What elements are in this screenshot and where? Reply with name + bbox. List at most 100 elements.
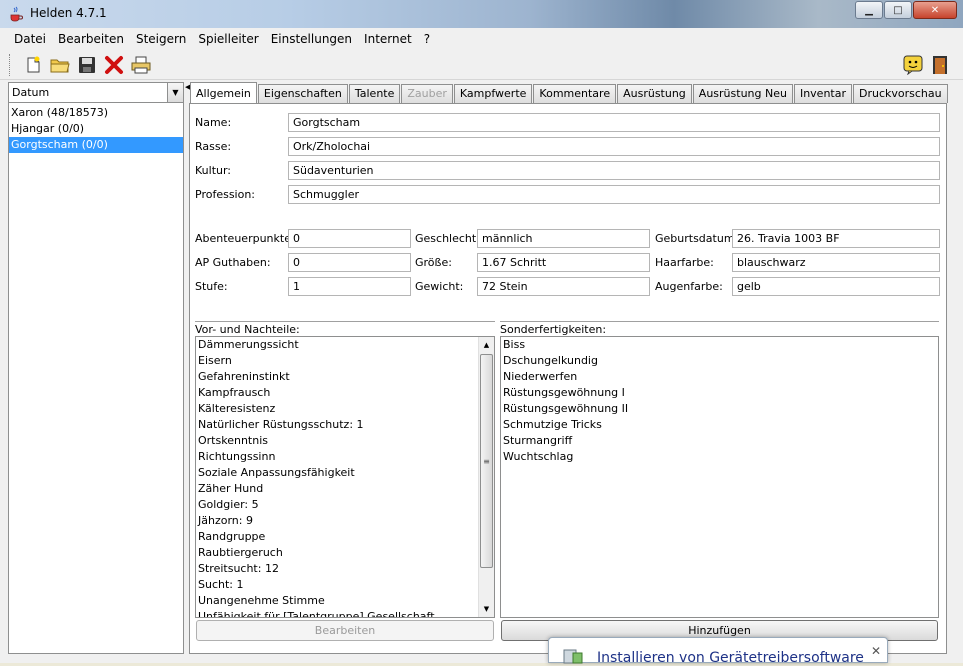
list-item[interactable]: Niederwerfen	[501, 369, 938, 385]
menu-einstellungen[interactable]: Einstellungen	[265, 30, 358, 48]
chevron-down-icon[interactable]: ▼	[167, 83, 183, 102]
close-button[interactable]: ✕	[913, 1, 957, 19]
open-button[interactable]	[49, 54, 71, 76]
geburtsdatum-field[interactable]: 26. Travia 1003 BF	[732, 229, 940, 248]
stufe-field[interactable]: 1	[288, 277, 411, 296]
sonderfertigkeiten-title: Sonderfertigkeiten:	[500, 321, 939, 336]
delete-button[interactable]	[103, 54, 125, 76]
tab-ausruestung[interactable]: Ausrüstung	[617, 84, 692, 103]
tab-kampfwerte[interactable]: Kampfwerte	[453, 84, 533, 103]
maximize-button[interactable]: □	[884, 1, 912, 19]
menu-steigern[interactable]: Steigern	[130, 30, 192, 48]
tab-talente[interactable]: Talente	[348, 84, 401, 103]
tab-inventar[interactable]: Inventar	[793, 84, 852, 103]
list-item[interactable]: Sturmangriff	[501, 433, 938, 449]
list-item[interactable]: Goldgier: 5	[196, 497, 494, 513]
haarfarbe-field[interactable]: blauschwarz	[732, 253, 940, 272]
vorteile-list[interactable]: Dämmerungssicht Eisern Gefahreninstinkt …	[195, 336, 495, 618]
menu-bearbeiten[interactable]: Bearbeiten	[52, 30, 130, 48]
sonderfertigkeiten-list[interactable]: Biss Dschungelkundig Niederwerfen Rüstun…	[500, 336, 939, 618]
name-field[interactable]: Gorgtscham	[288, 113, 940, 132]
ap-guthaben-label: AP Guthaben:	[195, 256, 271, 269]
tab-allgemein[interactable]: Allgemein	[190, 82, 257, 103]
list-item[interactable]: Eisern	[196, 353, 494, 369]
list-item[interactable]: Soziale Anpassungsfähigkeit	[196, 465, 494, 481]
hero-list: Xaron (48/18573) Hjangar (0/0) Gorgtscha…	[9, 105, 183, 153]
scroll-thumb[interactable]: ≡	[480, 354, 493, 568]
geschlecht-field[interactable]: männlich	[477, 229, 650, 248]
list-item[interactable]: Unangenehme Stimme	[196, 593, 494, 609]
menu-datei[interactable]: Datei	[8, 30, 52, 48]
menu-internet[interactable]: Internet	[358, 30, 418, 48]
notification-text: Installieren von Gerätetreibersoftware	[597, 650, 864, 666]
tab-kommentare[interactable]: Kommentare	[533, 84, 617, 103]
list-item[interactable]: Kälteresistenz	[196, 401, 494, 417]
list-item[interactable]: Kampfrausch	[196, 385, 494, 401]
list-item[interactable]: Jähzorn: 9	[196, 513, 494, 529]
hero-item-gorgtscham[interactable]: Gorgtscham (0/0)	[9, 137, 183, 153]
scroll-up-icon[interactable]: ▲	[479, 337, 494, 353]
list-item[interactable]: Unfähigkeit für [Talentgruppe] Gesellsch…	[196, 609, 494, 617]
ap-guthaben-field[interactable]: 0	[288, 253, 411, 272]
minimize-button[interactable]: ▁	[855, 1, 883, 19]
driver-device-icon	[563, 649, 583, 664]
open-folder-icon	[50, 59, 70, 73]
list-item[interactable]: Rüstungsgewöhnung I	[501, 385, 938, 401]
list-item[interactable]: Wuchtschlag	[501, 449, 938, 465]
list-item[interactable]: Ortskenntnis	[196, 433, 494, 449]
hero-list-panel: Datum ▼ Xaron (48/18573) Hjangar (0/0) G…	[8, 82, 184, 654]
list-item[interactable]: Zäher Hund	[196, 481, 494, 497]
list-item[interactable]: Gefahreninstinkt	[196, 369, 494, 385]
scroll-down-icon[interactable]: ▼	[479, 601, 494, 617]
profession-field[interactable]: Schmuggler	[288, 185, 940, 204]
tab-eigenschaften[interactable]: Eigenschaften	[257, 84, 348, 103]
list-item[interactable]: Natürlicher Rüstungsschutz: 1	[196, 417, 494, 433]
list-item[interactable]: Dschungelkundig	[501, 353, 938, 369]
rasse-label: Rasse:	[195, 140, 232, 153]
groesse-label: Größe:	[415, 256, 452, 269]
tab-ausruestung-neu[interactable]: Ausrüstung Neu	[692, 84, 793, 103]
hero-item-xaron[interactable]: Xaron (48/18573)	[9, 105, 183, 121]
name-label: Name:	[195, 116, 232, 129]
augenfarbe-field[interactable]: gelb	[732, 277, 940, 296]
list-item[interactable]: Streitsucht: 12	[196, 561, 494, 577]
list-item[interactable]: Biss	[501, 337, 938, 353]
list-item[interactable]: Raubtiergeruch	[196, 545, 494, 561]
sort-combobox[interactable]: Datum ▼	[9, 83, 183, 103]
kultur-label: Kultur:	[195, 164, 232, 177]
menu-help[interactable]: ?	[418, 30, 436, 48]
list-item[interactable]: Randgruppe	[196, 529, 494, 545]
abenteuerpunkte-label: Abenteuerpunkte:	[195, 232, 295, 245]
save-button[interactable]	[76, 54, 98, 76]
vorteile-scrollbar[interactable]: ▲ ≡ ▼	[478, 337, 494, 617]
list-item[interactable]: Rüstungsgewöhnung II	[501, 401, 938, 417]
list-item[interactable]: Dämmerungssicht	[196, 337, 494, 353]
abenteuerpunkte-field[interactable]: 0	[288, 229, 411, 248]
smiley-button[interactable]	[902, 54, 924, 76]
hero-item-hjangar[interactable]: Hjangar (0/0)	[9, 121, 183, 137]
list-item[interactable]: Richtungssinn	[196, 449, 494, 465]
exit-button[interactable]	[929, 54, 951, 76]
kultur-field[interactable]: Südaventurien	[288, 161, 940, 180]
groesse-field[interactable]: 1.67 Schritt	[477, 253, 650, 272]
new-file-icon	[27, 56, 40, 73]
toolbar	[0, 50, 963, 80]
close-icon[interactable]: ✕	[871, 644, 881, 658]
menu-bar: Datei Bearbeiten Steigern Spielleiter Ei…	[0, 28, 963, 50]
gewicht-field[interactable]: 72 Stein	[477, 277, 650, 296]
helden-window: Helden 4.7.1 ▁ □ ✕ Datei Bearbeiten Stei…	[0, 0, 963, 663]
print-button[interactable]	[130, 54, 152, 76]
toolbar-grip[interactable]	[9, 54, 12, 76]
bearbeiten-button[interactable]: Bearbeiten	[196, 620, 494, 641]
minimize-icon: ▁	[865, 4, 873, 16]
list-item[interactable]: Schmutzige Tricks	[501, 417, 938, 433]
menu-spielleiter[interactable]: Spielleiter	[192, 30, 264, 48]
rasse-field[interactable]: Ork/Zholochai	[288, 137, 940, 156]
tab-druckvorschau[interactable]: Druckvorschau	[853, 84, 948, 103]
sort-combobox-value: Datum	[12, 86, 50, 99]
gewicht-label: Gewicht:	[415, 280, 464, 293]
new-button[interactable]	[22, 54, 44, 76]
smiley-speech-icon	[903, 55, 923, 75]
list-item[interactable]: Sucht: 1	[196, 577, 494, 593]
driver-install-notification[interactable]: Installieren von Gerätetreibersoftware ✕	[548, 637, 888, 666]
